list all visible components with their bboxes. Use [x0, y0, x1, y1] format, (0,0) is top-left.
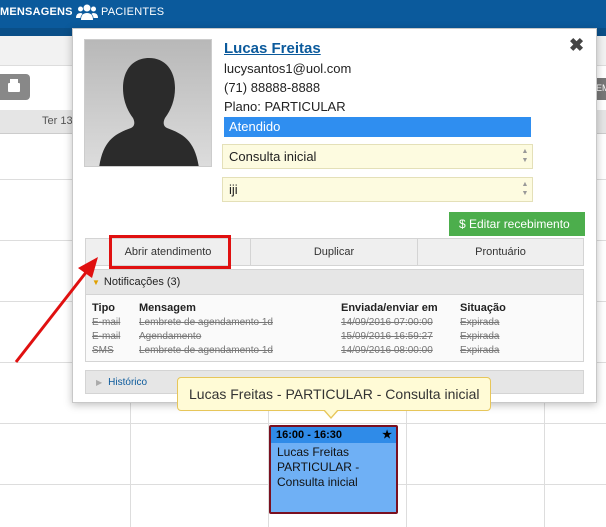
notes-value: iji — [229, 182, 238, 197]
top-nav-bar: MENSAGENS PACIENTES — [0, 0, 606, 28]
expand-triangle-icon: ▼ — [92, 278, 100, 287]
star-icon: ★ — [382, 429, 392, 441]
print-button[interactable] — [0, 74, 30, 100]
notif-status: Expirada — [460, 345, 500, 356]
appointment-type-field[interactable]: Consulta inicial ▲ ▼ — [222, 144, 533, 169]
patient-name-link[interactable]: Lucas Freitas — [224, 40, 321, 57]
avatar — [84, 39, 212, 167]
event-time: 16:00 - 16:30 — [276, 429, 343, 441]
event-header: 16:00 - 16:30 ★ — [271, 427, 396, 443]
patient-email: lucysantos1@uol.com — [224, 61, 352, 76]
day-label: Ter 13 — [42, 115, 73, 127]
patient-plan: Plano: PARTICULAR — [224, 99, 346, 114]
medical-record-button[interactable]: Prontuário — [418, 239, 583, 265]
print-icon — [8, 79, 20, 92]
scroll-arrows-icon: ▲ ▼ — [521, 181, 529, 197]
notifications-title: Notificações (3) — [103, 276, 181, 288]
col-header-type: Tipo — [92, 302, 116, 314]
close-icon[interactable]: ✖ — [569, 35, 584, 56]
event-tooltip: Lucas Freitas - PARTICULAR - Consulta in… — [177, 377, 491, 411]
patient-phone: (71) 88888-8888 — [224, 80, 321, 95]
scroll-arrows-icon: ▲ ▼ — [521, 148, 529, 164]
col-header-date: Enviada/enviar em — [341, 302, 438, 314]
col-header-status: Situação — [460, 302, 506, 314]
duplicate-button[interactable]: Duplicar — [251, 239, 418, 265]
notif-status: Expirada — [460, 317, 500, 328]
notif-type: SMS — [92, 345, 114, 356]
tooltip-pointer-fill — [324, 409, 338, 417]
calendar-event[interactable]: 16:00 - 16:30 ★ Lucas Freitas PARTICULAR… — [269, 425, 398, 514]
notes-field[interactable]: iji ▲ ▼ — [222, 177, 533, 202]
notif-date: 15/09/2016 16:59:27 — [341, 331, 433, 342]
notif-message: Lembrete de agendamento 1d — [139, 345, 273, 356]
grid-row-line — [0, 423, 606, 424]
event-plan: PARTICULAR - — [277, 460, 360, 474]
notifications-header[interactable]: ▼ Notificações (3) — [86, 270, 583, 295]
appointment-type-value: Consulta inicial — [229, 149, 317, 164]
notif-status: Expirada — [460, 331, 500, 342]
person-silhouette-icon — [99, 58, 199, 166]
event-type: Consulta inicial — [277, 475, 358, 489]
notif-type: E-mail — [92, 317, 121, 328]
highlight-box — [109, 235, 231, 269]
col-header-message: Mensagem — [139, 302, 196, 314]
nav-messages[interactable]: MENSAGENS — [0, 6, 73, 18]
edit-payment-button[interactable]: $ Editar recebimento — [449, 212, 585, 236]
event-patient: Lucas Freitas — [277, 445, 350, 459]
status-badge[interactable]: Atendido — [224, 117, 531, 137]
notif-message: Agendamento — [139, 331, 202, 342]
collapsed-triangle-icon: ▶ — [96, 378, 103, 387]
nav-patients[interactable]: PACIENTES — [101, 6, 164, 18]
notif-type: E-mail — [92, 331, 121, 342]
notif-message: Lembrete de agendamento 1d — [139, 317, 273, 328]
notifications-panel: ▼ Notificações (3) Tipo Mensagem Enviada/… — [85, 269, 584, 362]
notif-date: 14/09/2016 08:00:00 — [341, 345, 433, 356]
event-body: Lucas Freitas PARTICULAR - Consulta inic… — [271, 443, 396, 492]
notif-date: 14/09/2016 07:00:00 — [341, 317, 433, 328]
users-icon — [76, 4, 98, 20]
appointment-popup: Lucas Freitas lucysantos1@uol.com (71) 8… — [72, 28, 597, 403]
history-label: Histórico — [108, 377, 148, 388]
